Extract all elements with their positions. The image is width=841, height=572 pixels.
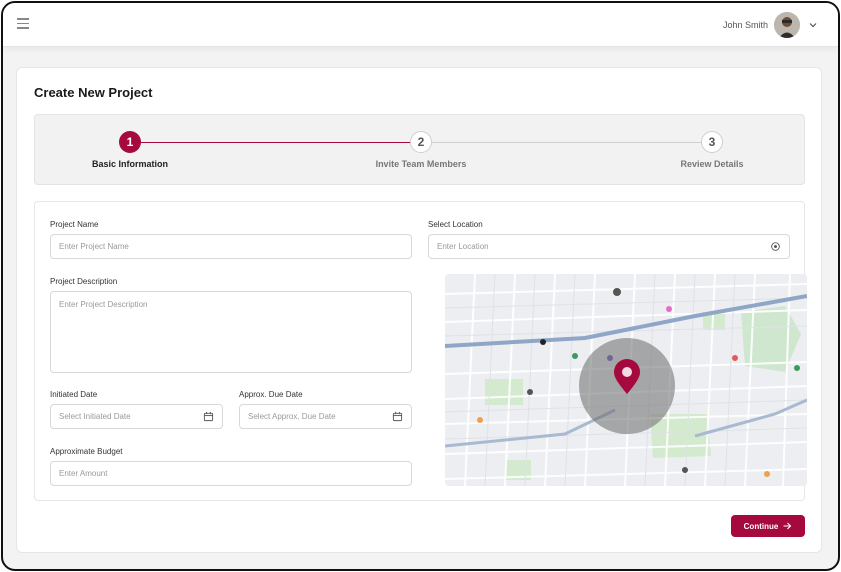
location-placeholder: Enter Location [437,242,489,251]
stepper: 1 Basic Information 2 Invite Team Member… [34,114,805,185]
user-name: John Smith [722,20,768,30]
step-3-circle[interactable]: 3 [701,131,723,153]
step-2-circle[interactable]: 2 [410,131,432,153]
avatar[interactable] [774,12,800,38]
step-connector-2 [432,142,712,143]
user-menu[interactable]: John Smith [723,12,818,38]
top-bar: John Smith [3,3,838,47]
arrow-right-icon [783,522,792,530]
menu-icon[interactable] [17,18,29,30]
initiated-date-label: Initiated Date [50,390,98,399]
initiated-date-input[interactable]: Select Initiated Date [50,404,223,429]
step-1-circle[interactable]: 1 [119,131,141,153]
location-map[interactable] [445,274,807,486]
location-target-icon[interactable] [770,241,781,252]
continue-button[interactable]: Continue [731,515,805,537]
budget-placeholder: Enter Amount [59,469,108,478]
step-2-label: Invite Team Members [375,159,467,169]
chevron-down-icon[interactable] [808,20,818,30]
location-input[interactable]: Enter Location [428,234,790,259]
description-textarea[interactable]: Enter Project Description [50,291,412,373]
page-title: Create New Project [34,85,153,100]
app-window: John Smith Create New Project 1 Basic In… [1,1,840,571]
project-name-placeholder: Enter Project Name [59,242,129,251]
project-name-input[interactable]: Enter Project Name [50,234,412,259]
due-date-placeholder: Select Approx. Due Date [248,412,336,421]
budget-input[interactable]: Enter Amount [50,461,412,486]
budget-label: Approximate Budget [50,447,123,456]
step-connector-1 [140,142,420,143]
map-park [485,379,523,405]
step-3-label: Review Details [680,159,744,169]
project-name-label: Project Name [50,220,99,229]
due-date-label: Approx. Due Date [239,390,303,399]
calendar-icon[interactable] [203,411,214,422]
due-date-input[interactable]: Select Approx. Due Date [239,404,412,429]
create-project-card: Create New Project 1 Basic Information 2… [16,67,822,553]
description-label: Project Description [50,277,118,286]
step-1-label: Basic Information [91,159,169,169]
location-label: Select Location [428,220,483,229]
calendar-icon[interactable] [392,411,403,422]
description-placeholder: Enter Project Description [59,300,148,309]
continue-label: Continue [743,521,779,531]
initiated-date-placeholder: Select Initiated Date [59,412,131,421]
project-form: Project Name Enter Project Name Select L… [34,201,807,501]
